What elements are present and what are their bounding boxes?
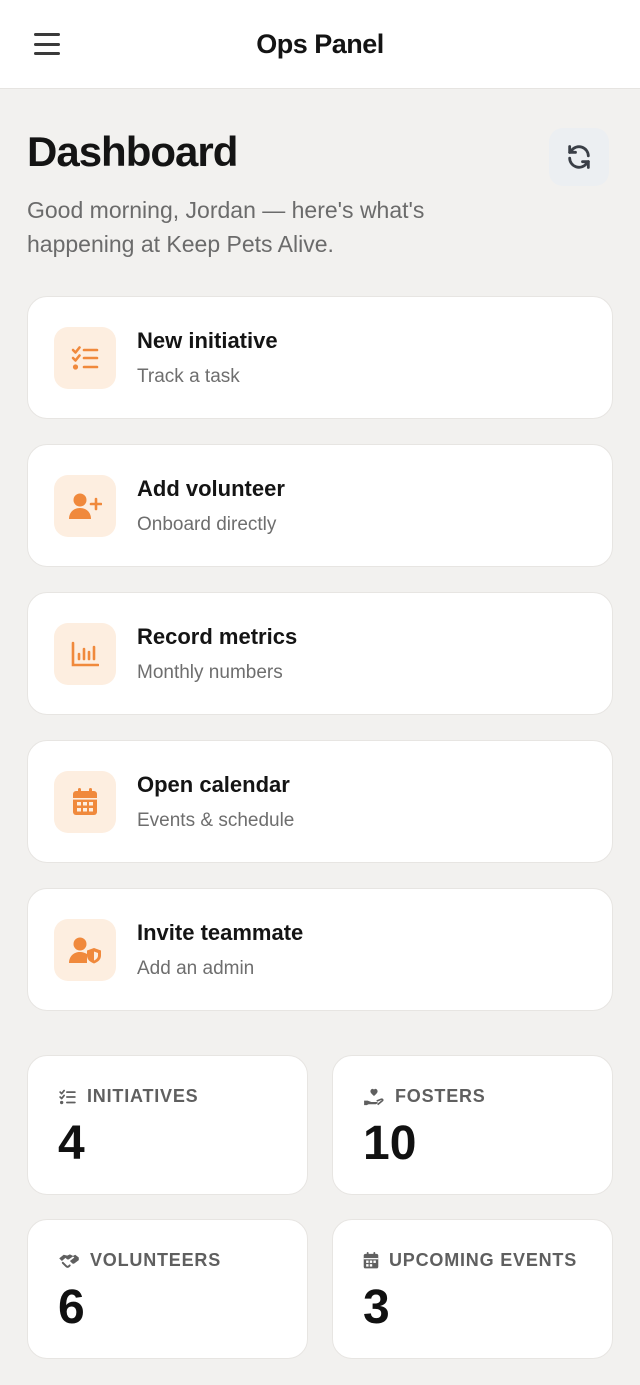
handshake-icon	[59, 1253, 79, 1268]
action-subtitle: Onboard directly	[137, 513, 277, 535]
stat-volunteers[interactable]: VOLUNTEERS 6	[27, 1219, 308, 1359]
hand-heart-icon	[364, 1088, 384, 1105]
action-title: Add volunteer	[137, 475, 285, 501]
calendar-icon	[54, 770, 116, 833]
stat-label: INITIATIVES	[87, 1086, 199, 1106]
action-open-calendar[interactable]: Open calendar Events & schedule	[27, 740, 613, 863]
action-title: Open calendar	[137, 771, 290, 797]
stat-value: 4	[58, 1117, 85, 1170]
user-plus-icon	[54, 474, 116, 537]
page-title: Dashboard	[27, 128, 238, 175]
action-invite-teammate[interactable]: Invite teammate Add an admin	[27, 888, 613, 1011]
top-bar: Ops Panel	[0, 0, 640, 89]
action-title: New initiative	[137, 327, 278, 353]
greeting-text: Good morning, Jordan — here's what's hap…	[27, 197, 425, 257]
stat-fosters[interactable]: FOSTERS 10	[332, 1055, 613, 1195]
checklist-icon	[54, 326, 116, 389]
quick-actions: New initiative Track a task Add voluntee…	[27, 296, 613, 1036]
stat-label: FOSTERS	[395, 1086, 486, 1106]
stat-label: UPCOMING EVENTS	[389, 1250, 578, 1270]
checklist-icon	[59, 1089, 76, 1104]
calendar-icon	[363, 1252, 379, 1269]
stat-label: VOLUNTEERS	[90, 1250, 222, 1270]
refresh-icon	[568, 145, 590, 169]
action-subtitle: Add an admin	[137, 957, 255, 979]
action-subtitle: Events & schedule	[137, 809, 295, 831]
action-title: Record metrics	[137, 623, 298, 649]
hamburger-menu-icon[interactable]	[34, 33, 60, 55]
stat-value: 10	[363, 1117, 417, 1170]
action-subtitle: Track a task	[137, 365, 240, 387]
stat-value: 3	[363, 1281, 390, 1334]
action-title: Invite teammate	[137, 919, 304, 945]
app-title: Ops Panel	[256, 28, 384, 59]
action-add-volunteer[interactable]: Add volunteer Onboard directly	[27, 444, 613, 567]
refresh-button[interactable]	[549, 128, 609, 186]
stat-upcoming-events[interactable]: UPCOMING EVENTS 3	[332, 1219, 613, 1359]
bar-chart-icon	[54, 622, 116, 685]
stat-value: 6	[58, 1281, 85, 1334]
stat-initiatives[interactable]: INITIATIVES 4	[27, 1055, 308, 1195]
stats-grid: INITIATIVES 4 FOSTERS 10 VOLUNTEERS 6 UP…	[27, 1055, 613, 1359]
action-record-metrics[interactable]: Record metrics Monthly numbers	[27, 592, 613, 715]
action-subtitle: Monthly numbers	[137, 661, 283, 683]
user-shield-icon	[54, 918, 116, 981]
action-new-initiative[interactable]: New initiative Track a task	[27, 296, 613, 419]
